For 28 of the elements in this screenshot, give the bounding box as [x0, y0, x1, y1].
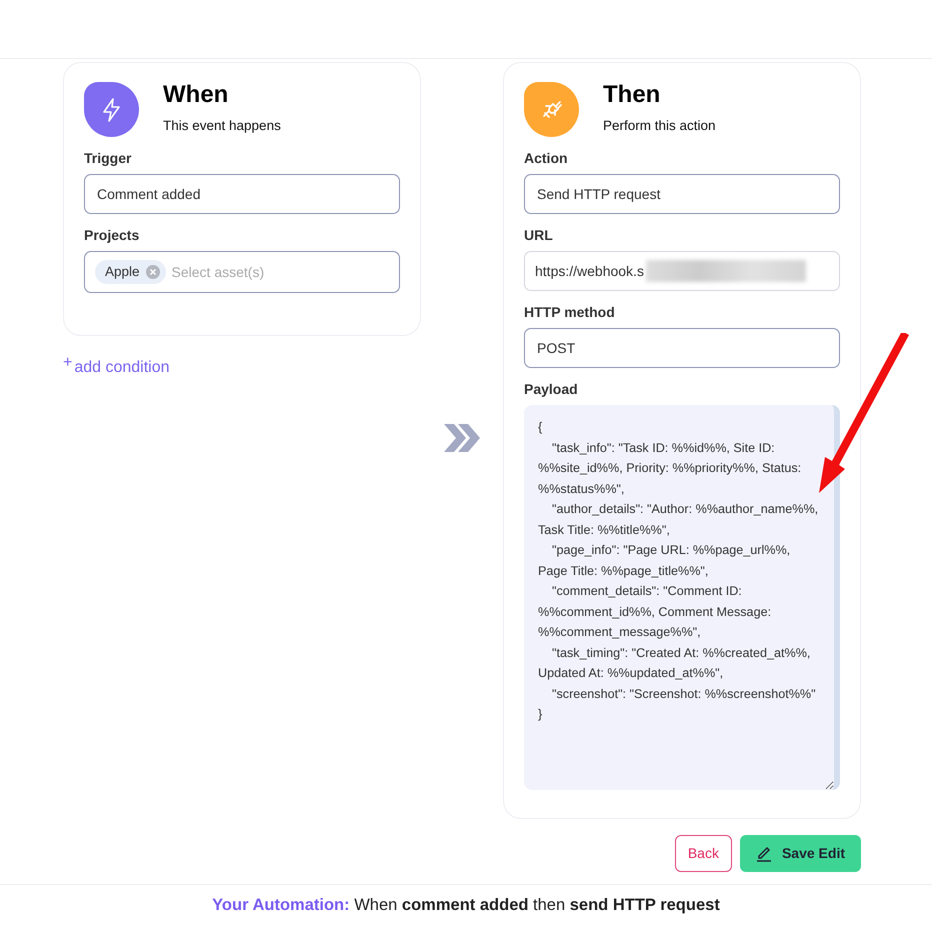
card-title: Then	[603, 82, 662, 108]
summary-label: Your Automation:	[212, 896, 350, 914]
projects-field[interactable]: Apple Select asset(s)	[84, 251, 400, 293]
project-tag[interactable]: Apple	[95, 260, 166, 284]
save-button[interactable]: Save Edit	[740, 835, 861, 872]
plus-icon: +	[63, 356, 72, 370]
card-subtitle: This event happens	[163, 117, 281, 136]
method-field[interactable]: POST	[524, 328, 840, 368]
add-condition-link[interactable]: +add condition	[63, 356, 170, 380]
payload-field[interactable]: { "task_info": "Task ID: %%id%%, Site ID: %%site_id%%, Priority: %%priority%%, Status: %%status%%", "author_details": "Author: %%author_name%%, Task Title: %%title%%", "page_info": "Page URL: %%page_url%%, Page Title: %%page_title%%", "comment_details": "Comment ID: %%comment_id%%, Comment Message: %%comment_message%%", "task_timing": "Created At: %%created_at%%, Updated At: %%updated_at%%", "screenshot": "Screenshot: %%screenshot%%" }	[524, 405, 840, 790]
summary-text: When comment added then send HTTP request	[354, 896, 720, 914]
trigger-field[interactable]: Comment added	[84, 174, 400, 214]
field-label: HTTP method	[524, 303, 616, 322]
action-field[interactable]: Send HTTP request	[524, 174, 840, 214]
field-label: URL	[524, 226, 554, 245]
url-field[interactable]: https://webhook.s	[524, 251, 840, 291]
field-label: Payload	[524, 380, 579, 399]
card-title: When	[163, 82, 230, 108]
back-button[interactable]: Back	[674, 835, 732, 872]
pencil-icon	[756, 846, 772, 862]
card-subtitle: Perform this action	[603, 117, 716, 136]
lightning-icon	[102, 98, 122, 122]
field-label: Trigger	[84, 149, 132, 168]
remove-icon[interactable]	[146, 265, 160, 279]
field-label: Projects	[84, 226, 140, 245]
field-label: Action	[524, 149, 569, 168]
double-chevron-icon	[442, 422, 482, 454]
placeholder-text: Select asset(s)	[172, 262, 264, 282]
